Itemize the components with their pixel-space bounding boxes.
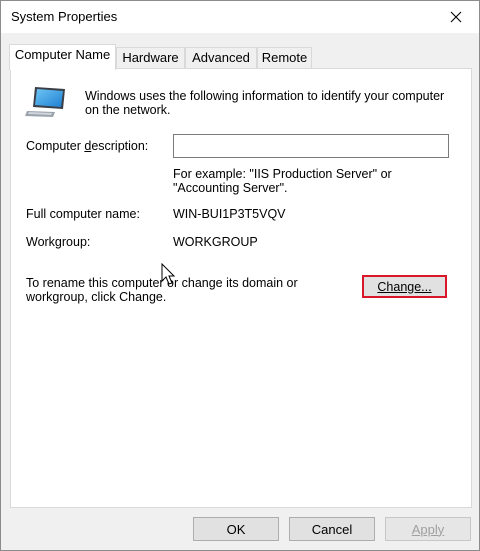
tab-advanced[interactable]: Advanced — [185, 47, 257, 69]
workgroup-value: WORKGROUP — [173, 235, 258, 249]
apply-button[interactable]: Apply — [385, 517, 471, 541]
workgroup-label: Workgroup: — [26, 235, 91, 249]
close-button[interactable] — [433, 1, 479, 33]
apply-button-label: Apply — [411, 521, 445, 537]
tab-computer-name[interactable]: Computer Name — [9, 44, 116, 70]
example-text-line-1: For example: "IIS Production Server" or — [173, 167, 392, 181]
computer-monitor-icon — [25, 87, 65, 117]
change-button-label: Change... — [377, 279, 432, 294]
tab-hardware[interactable]: Hardware — [116, 47, 185, 69]
intro-text-line-2: on the network. — [85, 103, 171, 117]
system-properties-dialog: System Properties Computer Name Hardware… — [0, 0, 480, 551]
computer-description-input[interactable] — [173, 134, 449, 158]
title-bar: System Properties — [1, 1, 479, 33]
change-button[interactable]: Change... — [362, 275, 447, 298]
rename-instructions-line-2: workgroup, click Change. — [26, 290, 167, 304]
ok-button[interactable]: OK — [193, 517, 279, 541]
computer-description-label: Computer description: — [26, 139, 149, 153]
mouse-pointer-icon — [161, 263, 176, 285]
full-computer-name-value: WIN-BUI1P3T5VQV — [173, 207, 286, 221]
tab-remote[interactable]: Remote — [257, 47, 312, 69]
window-title: System Properties — [11, 9, 118, 24]
cancel-button[interactable]: Cancel — [289, 517, 375, 541]
intro-text-line-1: Windows uses the following information t… — [85, 89, 445, 103]
example-text-line-2: "Accounting Server". — [173, 181, 288, 195]
full-computer-name-label: Full computer name: — [26, 207, 140, 221]
close-icon — [450, 11, 462, 23]
